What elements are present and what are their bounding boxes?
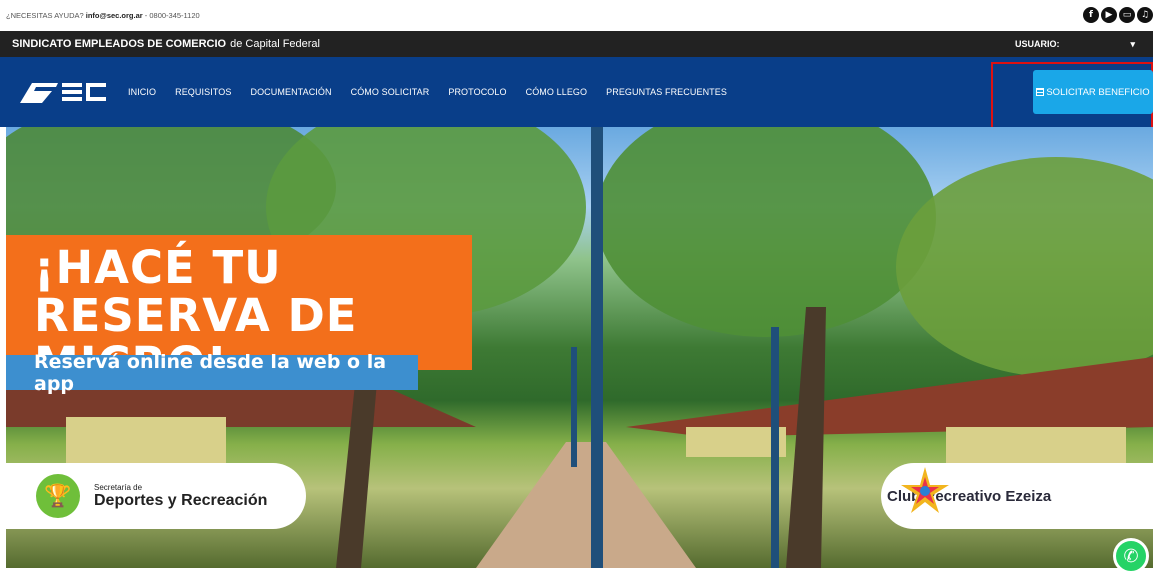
help-email-link[interactable]: info@sec.org.ar: [86, 11, 143, 20]
deportes-badge-title: Deportes y Recreación: [94, 491, 268, 509]
user-menu[interactable]: USUARIO: ▾: [1015, 31, 1135, 57]
trophy-icon: 🏆: [36, 474, 80, 518]
top-help-bar: ¿NECESITAS AYUDA? info@sec.org.ar - 0800…: [0, 0, 1153, 31]
hero-banner: ¡HACÉ TU RESERVA DE MICRO! Reservá onlin…: [6, 127, 1153, 568]
main-navbar: INICIO REQUISITOS DOCUMENTACIÓN CÓMO SOL…: [0, 57, 1153, 127]
chat-icon[interactable]: ▭: [1119, 7, 1135, 23]
deportes-badge-small: Secretaría de: [94, 482, 143, 492]
music-icon[interactable]: ♫: [1137, 7, 1153, 23]
nav-preguntas-frecuentes[interactable]: PREGUNTAS FRECUENTES: [606, 87, 727, 97]
social-links: f ▶ ▭ ♫: [1083, 7, 1153, 23]
union-location: de Capital Federal: [230, 38, 320, 50]
form-icon: [1036, 88, 1045, 96]
nav-inicio[interactable]: INICIO: [128, 87, 156, 97]
sec-logo[interactable]: [18, 79, 108, 105]
union-bar: SINDICATO EMPLEADOS DE COMERCIO de Capit…: [0, 31, 1153, 57]
nav-documentacion[interactable]: DOCUMENTACIÓN: [250, 87, 331, 97]
whatsapp-icon[interactable]: ✆: [1113, 538, 1149, 574]
promo-subtitle: Reservá online desde la web o la app: [6, 351, 418, 395]
nav-protocolo[interactable]: PROTOCOLO: [448, 87, 506, 97]
chevron-down-icon[interactable]: ▾: [1130, 39, 1135, 50]
help-text: ¿NECESITAS AYUDA? info@sec.org.ar - 0800…: [6, 11, 200, 20]
nav-como-llego[interactable]: CÓMO LLEGO: [526, 87, 588, 97]
nav-requisitos[interactable]: REQUISITOS: [175, 87, 231, 97]
user-label: USUARIO:: [1015, 39, 1060, 49]
club-badge[interactable]: Club Recreativo Ezeiza: [881, 463, 1153, 529]
colorful-star-icon: [901, 467, 949, 513]
facebook-icon[interactable]: f: [1083, 7, 1099, 23]
solicitar-beneficio-label: SOLICITAR BENEFICIO: [1046, 86, 1150, 98]
nav-como-solicitar[interactable]: CÓMO SOLICITAR: [351, 87, 430, 97]
solicitar-beneficio-button[interactable]: SOLICITAR BENEFICIO: [1033, 70, 1153, 114]
nav-links: INICIO REQUISITOS DOCUMENTACIÓN CÓMO SOL…: [128, 57, 746, 127]
union-name: SINDICATO EMPLEADOS DE COMERCIO: [12, 38, 227, 50]
youtube-icon[interactable]: ▶: [1101, 7, 1117, 23]
deportes-badge[interactable]: 🏆 Secretaría de Deportes y Recreación: [6, 463, 306, 529]
